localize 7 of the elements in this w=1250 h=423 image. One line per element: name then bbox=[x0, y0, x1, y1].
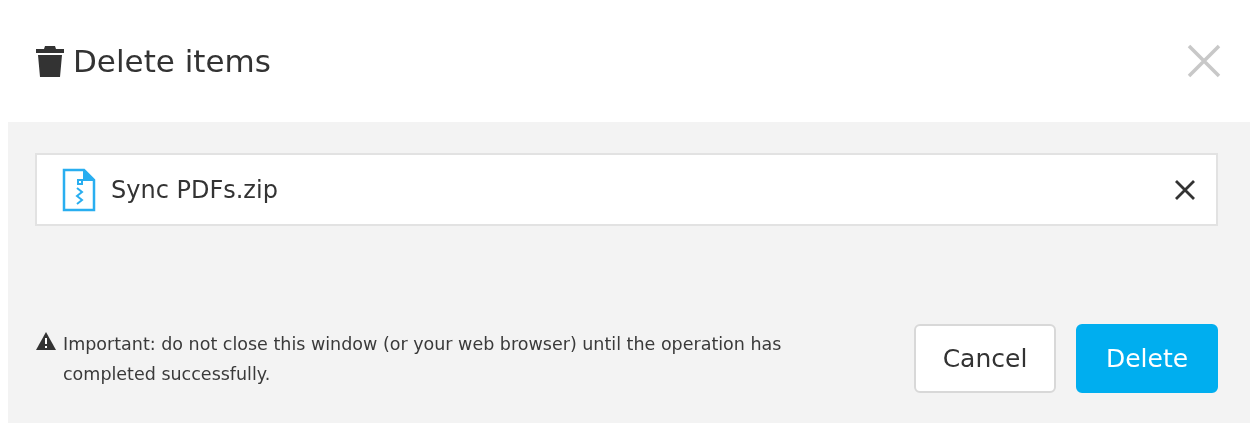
dialog-title: Delete items bbox=[73, 43, 272, 79]
warning-text: Important: do not close this window (or your web browser) until the operation has completed successfully. bbox=[63, 332, 783, 386]
warning-icon bbox=[35, 330, 57, 351]
zip-file-icon bbox=[61, 167, 97, 212]
file-name: Sync PDFs.zip bbox=[111, 175, 279, 204]
trash-icon bbox=[35, 44, 65, 78]
cancel-button[interactable]: Cancel bbox=[914, 324, 1056, 393]
